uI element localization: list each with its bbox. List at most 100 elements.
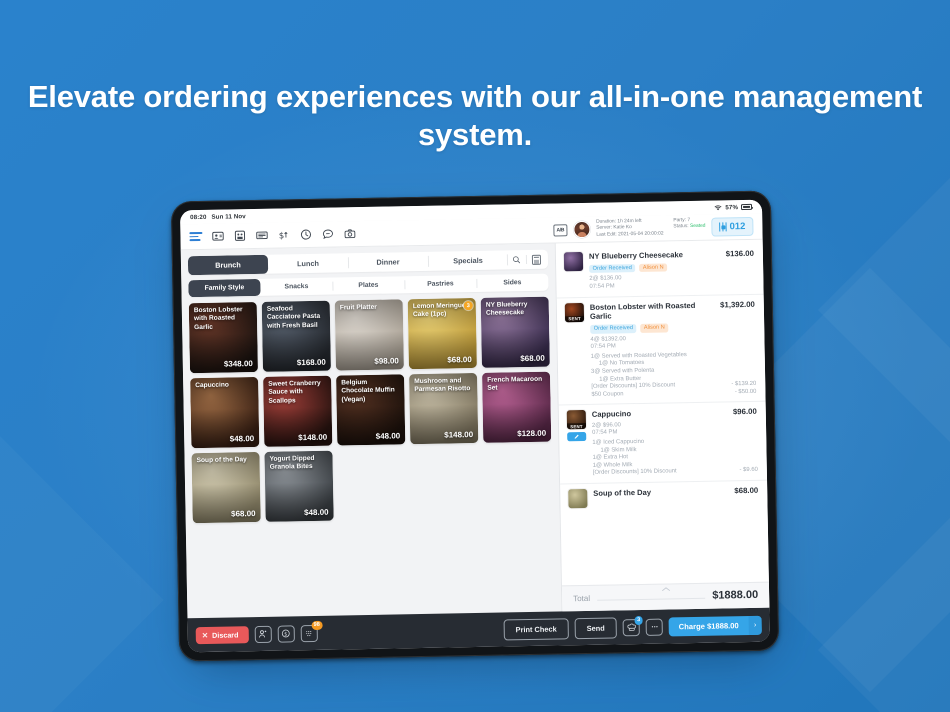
order-item-time: 07:54 PM (590, 343, 616, 350)
hamburger-menu-icon[interactable] (189, 231, 203, 242)
menu-item-card[interactable]: Sweet Cranberry Sauce with Scallops $148.… (263, 375, 333, 447)
tab-family-style[interactable]: Family Style (188, 278, 261, 298)
server-badge: Alison N (640, 323, 669, 333)
tab-snacks[interactable]: Snacks (260, 278, 332, 296)
order-item-price: $96.00 (732, 407, 757, 417)
order-item-price: $68.00 (734, 485, 759, 496)
party-value: 7 (687, 217, 691, 223)
menu-item-name: Belgium Chocolate Muffin (Vegan) (341, 378, 395, 404)
add-guest-button[interactable] (254, 625, 272, 643)
order-item-list[interactable]: NY Blueberry Cheesecake $136.00 Order Rece… (555, 240, 769, 586)
language-toggle-label: A/B (556, 226, 565, 233)
order-item-badges: Order Received Alison N (590, 322, 755, 334)
menu-item-name: Boston Lobster with Roasted Garlic (193, 306, 243, 331)
tab-plates[interactable]: Plates (332, 276, 404, 294)
table-number-badge[interactable]: 012 (711, 216, 754, 237)
discard-label: Discard (211, 629, 239, 640)
table-number-label: 012 (729, 221, 746, 233)
menu-item-name: Soup of the Day (196, 456, 247, 465)
menu-item-card[interactable]: NY Blueberry Cheesecake $68.00 (480, 296, 550, 368)
chat-icon[interactable] (321, 228, 334, 241)
more-button[interactable] (645, 618, 663, 636)
guest-card-icon[interactable] (211, 230, 224, 243)
menu-item-price: $48.00 (229, 434, 255, 444)
camera-icon[interactable] (343, 227, 356, 240)
menu-item-card[interactable]: Fruit Platter $98.00 (334, 299, 404, 371)
split-payment-button[interactable]: $ (277, 624, 295, 643)
tab-pastries[interactable]: Pastries (404, 275, 476, 293)
order-item-price: $136.00 (725, 248, 754, 259)
tab-specials[interactable]: Specials (428, 250, 508, 270)
order-item[interactable]: NY Blueberry Cheesecake $136.00 Order Rece… (555, 243, 764, 299)
menu-item-price: $148.00 (444, 430, 474, 440)
order-item-thumb-col (568, 488, 588, 509)
more-icon (651, 626, 658, 628)
avatar[interactable] (573, 220, 591, 239)
clock-icon[interactable] (299, 228, 312, 241)
tablet-device: 08:20 Sun 11 Nov 57% $ A/B Duration: 1h … (170, 190, 780, 668)
status-badge: Order Received (589, 263, 636, 274)
menu-grid-scroll[interactable]: Boston Lobster with Roasted Garlic $348.0… (188, 296, 555, 619)
charge-button[interactable]: Charge $1888.00 › (668, 615, 762, 636)
order-item[interactable]: Soup of the Day $68.00 (560, 481, 767, 514)
send-button[interactable]: Send (574, 616, 617, 639)
close-icon: ✕ (201, 630, 209, 640)
duration-label: Duration: (596, 218, 617, 225)
menu-item-card[interactable]: Capuccino $48.00 (190, 376, 260, 449)
tablet-frame: 08:20 Sun 11 Nov 57% $ A/B Duration: 1h … (170, 190, 780, 662)
menu-item-card[interactable]: Soup of the Day $68.00 (191, 451, 261, 524)
order-item-thumb-col: SENT (564, 302, 586, 400)
list-view-icon[interactable] (531, 254, 542, 265)
menu-item-price: $48.00 (375, 431, 401, 441)
menu-item-name: Seafood Cacciatore Pasta with Fresh Basi… (266, 305, 321, 330)
edit-item-button[interactable] (567, 432, 587, 442)
menu-item-card[interactable]: Mushroom and Parmesan Risotto $148.00 (409, 372, 479, 445)
keypad-button[interactable]: 98 (300, 620, 323, 642)
print-check-button[interactable]: Print Check (503, 617, 569, 641)
tab-sides[interactable]: Sides (476, 274, 548, 292)
tab-brunch[interactable]: Brunch (187, 254, 269, 276)
bill-icon[interactable] (255, 229, 268, 242)
sent-badge: SENT (566, 423, 587, 430)
menu-item-card[interactable]: French Macaroon Set $128.00 (482, 371, 552, 443)
menu-item-card[interactable]: Belgium Chocolate Muffin (Vegan) $48.00 (336, 374, 406, 446)
order-total-bar[interactable]: Total $1888.00 (561, 581, 770, 612)
discard-button[interactable]: ✕ Discard (195, 625, 249, 644)
menu-item-card[interactable]: Lemon Meringue Cake (1pc) $68.00 3 (407, 297, 477, 370)
menu-item-name: Mushroom and Parmesan Risotto (414, 377, 471, 394)
menu-item-grid: Boston Lobster with Roasted Garlic $348.0… (188, 296, 553, 524)
action-bar-spacer (323, 630, 497, 633)
menu-item-name: Fruit Platter (339, 303, 377, 312)
menu-item-card[interactable]: Seafood Cacciatore Pasta with Fresh Basi… (261, 300, 331, 372)
order-item-name: Cappucino (591, 409, 632, 420)
add-guest-icon (259, 630, 267, 638)
kitchen-button[interactable]: 3 (622, 615, 643, 636)
transfer-money-icon[interactable]: $ (277, 228, 290, 241)
tab-lunch[interactable]: Lunch (268, 253, 348, 273)
menu-tab-tools (508, 250, 548, 270)
search-icon[interactable] (512, 255, 521, 264)
menu-item-price: $128.00 (517, 428, 547, 439)
menu-item-name: French Macaroon Set (487, 375, 543, 393)
language-toggle-icon[interactable]: A/B (553, 223, 568, 237)
menu-item-price: $348.00 (223, 359, 253, 369)
menu-item-quantity-badge: 3 (463, 301, 473, 311)
table-layout-icon[interactable] (233, 229, 246, 242)
total-divider (597, 597, 706, 601)
order-item[interactable]: SENT Boston Lobster with Roasted Garlic $1… (556, 294, 766, 406)
table-icon (719, 223, 726, 230)
menu-item-card[interactable]: Yogurt Dipped Granola Bites $48.00 (264, 450, 334, 522)
chevron-up-icon[interactable] (661, 586, 670, 592)
menu-item-card[interactable]: Boston Lobster with Roasted Garlic $348.0… (188, 301, 258, 374)
pencil-icon (574, 434, 579, 440)
order-item[interactable]: SENT Cappucino $96.00 2@ $96.00 07:54 PM 1@ I… (558, 401, 768, 485)
tab-dinner[interactable]: Dinner (348, 252, 428, 272)
menu-item-name: Sweet Cranberry Sauce with Scallops (268, 379, 321, 405)
status-date: Sun 11 Nov (211, 212, 246, 221)
chevron-right-icon[interactable]: › (748, 615, 762, 635)
ticket-meta: Duration: 1h 24m left Server: Katie Ko L… (596, 217, 706, 239)
menu-panel: Brunch Lunch Dinner Specials Family Style Sn… (181, 244, 562, 619)
order-item-modifiers: 1@ Iced Cappucino 1@ Skim Milk 1@ Extra Ho… (592, 437, 758, 478)
order-item-time: 07:54 PM (592, 429, 618, 437)
menu-item-price: $48.00 (304, 507, 329, 518)
